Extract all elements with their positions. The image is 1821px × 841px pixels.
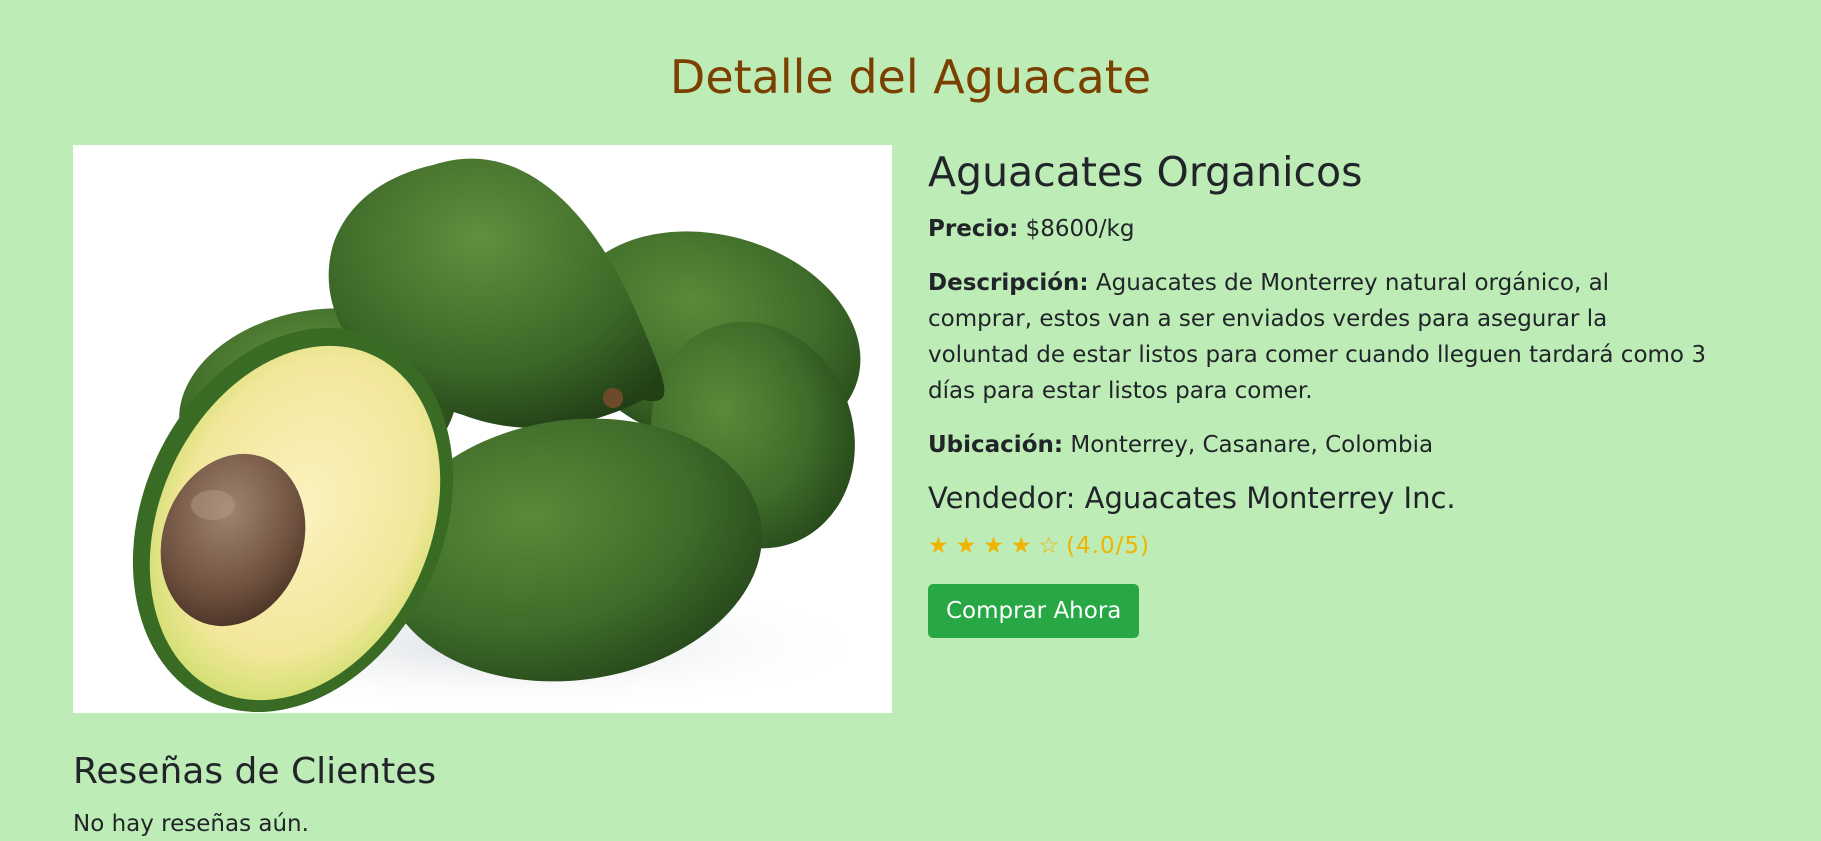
star-icon: ★	[928, 532, 950, 559]
buy-now-button[interactable]: Comprar Ahora	[928, 583, 1140, 638]
price-row: Precio: $8600/kg	[928, 211, 1708, 247]
location-row: Ubicación: Monterrey, Casanare, Colombia	[928, 427, 1708, 463]
avocado-illustration	[123, 158, 883, 713]
location-value: Monterrey, Casanare, Colombia	[1070, 432, 1434, 459]
star-icon: ★	[1010, 532, 1033, 559]
page-title: Detalle del Aguacate	[669, 50, 1152, 104]
price-value: $8600/kg	[1025, 216, 1135, 243]
reviews-empty-message: No hay reseñas aún.	[73, 811, 309, 837]
star-rating: ★ ★ ★ ★ ☆ (4.0/5)	[928, 528, 1708, 564]
reviews-title: Reseñas de Clientes	[73, 751, 437, 792]
description-row: Descripción: Aguacates de Monterrey natu…	[928, 265, 1708, 409]
location-label: Ubicación:	[928, 432, 1064, 459]
product-image	[73, 145, 892, 713]
star-icon: ★	[955, 532, 978, 559]
description-label: Descripción:	[928, 270, 1089, 297]
star-icon: ★	[983, 532, 1005, 559]
price-label: Precio:	[928, 216, 1019, 243]
seller-name: Vendedor: Aguacates Monterrey Inc.	[928, 481, 1456, 516]
product-name: Aguacates Organicos	[928, 148, 1363, 196]
product-detail-page: Detalle del Aguacate Aguacates Organicos…	[0, 0, 1821, 841]
product-info: Aguacates Organicos Precio: $8600/kg Des…	[928, 148, 1708, 638]
rating-text: (4.0/5)	[1066, 532, 1151, 559]
empty-star-icon: ☆	[1038, 532, 1061, 559]
